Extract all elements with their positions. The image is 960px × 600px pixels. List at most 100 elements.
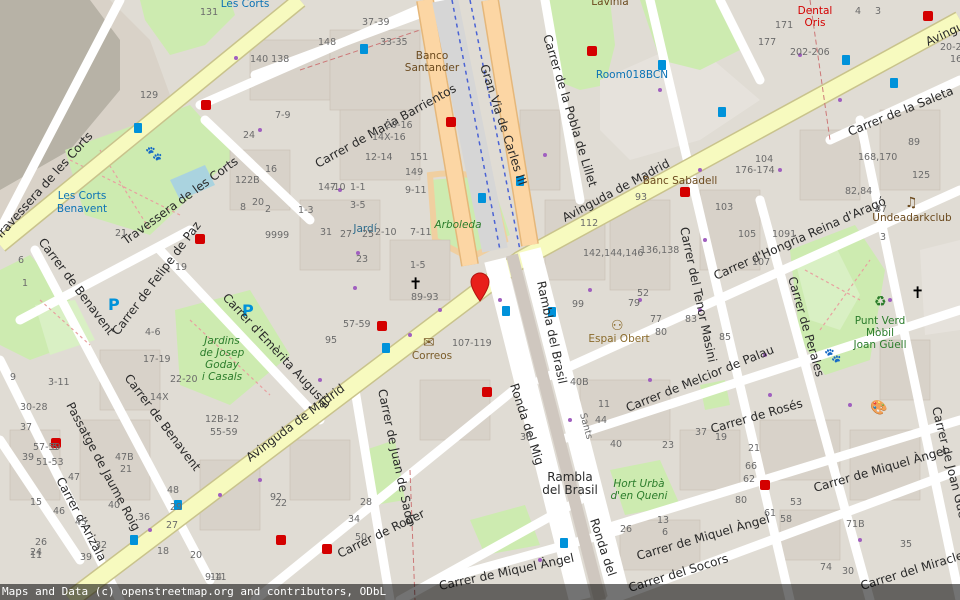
house-number: 104 <box>755 154 773 165</box>
house-number: 57-59 <box>33 442 61 453</box>
label-punt-verd-0: Punt Verd <box>855 315 906 327</box>
house-number: 95 <box>325 335 337 346</box>
location-marker-icon[interactable] <box>470 272 490 302</box>
house-number: 77 <box>650 314 662 325</box>
house-number: 131 <box>200 7 218 18</box>
label-dental-1: Oris <box>805 17 826 29</box>
house-number: 89 <box>908 137 920 148</box>
house-number: 112 <box>580 218 598 229</box>
house-number: 3 <box>875 6 881 17</box>
house-number: 22 <box>275 498 287 509</box>
house-number: 18 <box>157 546 169 557</box>
label-room018: Room018BCN <box>596 69 668 81</box>
label-les-corts-top: Les Corts <box>221 0 270 10</box>
house-number: 26 <box>35 537 47 548</box>
house-number: 27 <box>166 520 178 531</box>
house-number: 3 <box>880 232 886 243</box>
house-number: 142,144,146 <box>583 248 643 259</box>
house-number: 107-119 <box>452 338 492 349</box>
svg-text:✝: ✝ <box>911 283 924 302</box>
label-jardins-3: i Casals <box>202 371 243 383</box>
house-number: 89-93 <box>411 292 439 303</box>
house-number: 35 <box>900 539 912 550</box>
house-number: 11 <box>598 399 610 410</box>
map-attribution[interactable]: Maps and Data (c) openstreetmap.org and … <box>0 584 960 600</box>
house-number: 9999 <box>265 230 289 241</box>
house-number: 71B <box>846 519 865 530</box>
house-number: 39 <box>80 552 92 563</box>
house-number: 13 <box>657 515 669 526</box>
label-jardins-0: Jardins <box>202 335 240 347</box>
house-number: 40 <box>610 439 622 450</box>
house-number: 31 <box>320 227 332 238</box>
label-punt-verd-1: Mòbil <box>866 327 894 339</box>
house-number: 21 <box>120 464 132 475</box>
house-number: 107 <box>752 257 770 268</box>
house-number: 6 <box>662 527 668 538</box>
svg-text:⚇: ⚇ <box>611 318 624 334</box>
house-number: 2-10 <box>375 227 397 238</box>
house-number: 45 <box>75 517 87 528</box>
house-number: 176-174 <box>735 165 775 176</box>
house-number: 85 <box>719 332 731 343</box>
house-number: 44 <box>595 415 607 426</box>
house-number: 26 <box>620 524 632 535</box>
house-number: 99 <box>572 299 584 310</box>
house-number: 129 <box>140 90 158 101</box>
label-rambla: Rambla <box>547 470 592 484</box>
house-number: 47 <box>68 472 80 483</box>
house-number: 29 <box>170 502 182 513</box>
label-arboleda: Arboleda <box>433 219 481 231</box>
label-jardins-1: de Josep <box>200 347 245 359</box>
house-number: 32 <box>95 540 107 551</box>
house-number: 80 <box>655 327 667 338</box>
house-number: 103 <box>715 202 733 213</box>
house-number: 149 <box>405 167 423 178</box>
house-number: 177 <box>758 37 776 48</box>
label-correos: Correos <box>412 350 452 362</box>
house-number: 27 <box>340 229 352 240</box>
house-number: 6 <box>18 255 24 266</box>
house-number: 23 <box>356 254 368 265</box>
house-number: 57-59 <box>343 319 371 330</box>
house-number: 37 <box>695 427 707 438</box>
house-number: 58 <box>780 514 792 525</box>
house-number: 40 <box>108 500 120 511</box>
house-number: 20-16 <box>385 120 413 131</box>
label-banco-0: Banco <box>416 50 449 62</box>
house-number: 9-11 <box>405 185 427 196</box>
house-number: 1-5 <box>410 260 426 271</box>
house-number: 19 <box>715 432 727 443</box>
house-number: 148 <box>318 37 336 48</box>
house-number: 37-39 <box>362 17 390 28</box>
house-number: 23 <box>662 440 674 451</box>
house-number: 87 <box>875 204 887 215</box>
house-number: 125 <box>912 170 930 181</box>
house-number: 50 <box>355 532 367 543</box>
svg-text:✉: ✉ <box>423 335 435 351</box>
house-number: 9-11 <box>205 572 227 583</box>
house-number: 4 <box>855 6 861 17</box>
house-number: 14-10 <box>318 182 346 193</box>
house-number: 21 <box>115 228 127 239</box>
house-number: 140 138 <box>250 54 289 65</box>
house-number: 1-1 <box>350 182 366 193</box>
house-number: 7-9 <box>275 110 291 121</box>
house-number: 39 <box>22 452 34 463</box>
house-number: 33-35 <box>380 37 408 48</box>
house-number: 12-14 <box>365 152 393 163</box>
house-number: 3-11 <box>48 377 70 388</box>
label-punt-verd-2: Joan Güell <box>852 339 906 351</box>
label-banco-1: Santander <box>405 62 460 74</box>
house-number: 82,84 <box>845 186 872 197</box>
house-number: 24 <box>243 130 255 141</box>
house-number: 20 <box>252 197 264 208</box>
label-hort-1: d'en Queni <box>611 490 668 502</box>
house-number: 80 <box>735 495 747 506</box>
house-number: 34 <box>348 514 360 525</box>
svg-text:✝: ✝ <box>409 274 422 293</box>
label-rambla-del-brasil: del Brasil <box>542 483 598 497</box>
svg-text:🐾: 🐾 <box>145 146 162 162</box>
house-number: 14X-16 <box>372 132 406 143</box>
house-number: 151 <box>410 152 428 163</box>
